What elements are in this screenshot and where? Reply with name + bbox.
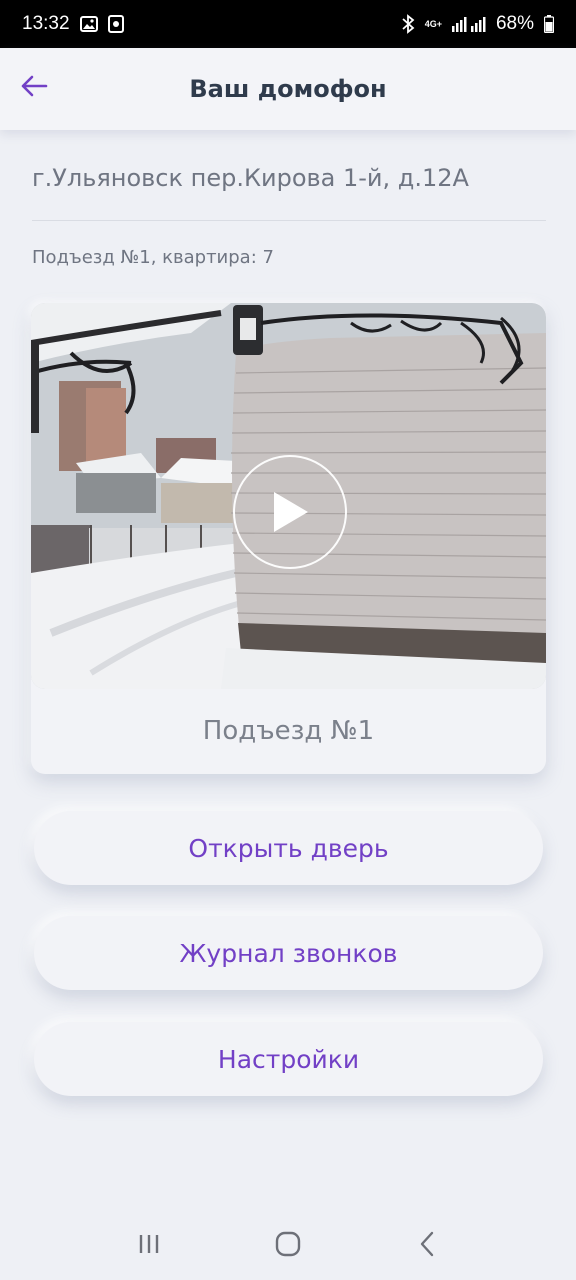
call-log-button[interactable]: Журнал звонков <box>34 916 543 990</box>
recent-apps-button[interactable] <box>119 1216 179 1276</box>
play-icon <box>268 488 312 536</box>
home-icon <box>275 1231 301 1262</box>
screen-record-icon <box>107 15 124 33</box>
address-text: г.Ульяновск пер.Кирова 1-й, д.12А <box>32 164 469 192</box>
battery-icon <box>544 15 554 33</box>
camera-label: Подъезд №1 <box>202 716 375 746</box>
system-nav-bar <box>0 1212 576 1280</box>
signal-icon <box>451 16 486 32</box>
gallery-icon <box>79 16 98 32</box>
recent-apps-icon <box>137 1233 161 1260</box>
entrance-apartment-text: Подъезд №1, квартира: 7 <box>32 247 274 268</box>
status-bar: 13:32 4G+ 68% <box>0 0 576 48</box>
back-button[interactable] <box>16 70 52 106</box>
network-type: 4G+ <box>424 18 442 29</box>
app-bar: Ваш домофон <box>0 48 576 130</box>
back-icon <box>419 1231 435 1262</box>
home-button[interactable] <box>258 1216 318 1276</box>
battery-percent: 68% <box>495 13 534 34</box>
status-right: 4G+ 68% <box>401 13 554 35</box>
page-title: Ваш домофон <box>189 75 387 103</box>
play-button[interactable] <box>233 455 347 569</box>
nav-back-button[interactable] <box>397 1216 457 1276</box>
open-door-button[interactable]: Открыть дверь <box>34 811 543 885</box>
settings-button[interactable]: Настройки <box>34 1022 543 1096</box>
divider <box>32 220 546 221</box>
camera-card[interactable]: Подъезд №1 <box>31 303 546 774</box>
bluetooth-icon <box>401 14 415 34</box>
status-time: 13:32 <box>22 13 70 34</box>
arrow-left-icon <box>19 74 49 103</box>
camera-preview[interactable] <box>31 303 546 689</box>
status-left: 13:32 <box>22 13 124 35</box>
